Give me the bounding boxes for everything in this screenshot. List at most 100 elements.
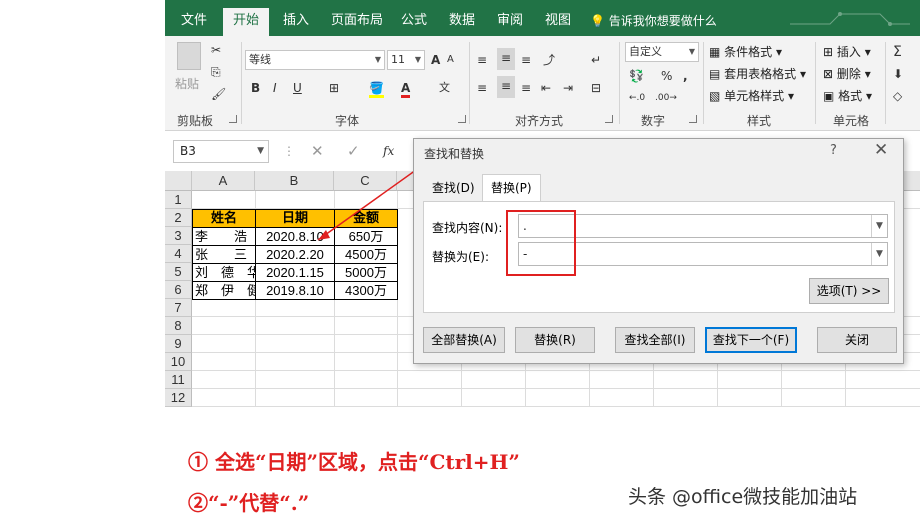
number-format-select[interactable]: 自定义 ▼: [625, 42, 699, 62]
currency-icon[interactable]: 💱: [629, 66, 644, 86]
conditional-formatting-button[interactable]: ▦ 条件格式 ▾: [709, 42, 782, 62]
format-cells-button[interactable]: ▣ 格式 ▾: [823, 86, 872, 106]
table-cell-amount[interactable]: 4300万: [334, 281, 398, 300]
cancel-icon[interactable]: ✕: [311, 141, 324, 161]
help-icon[interactable]: ?: [830, 143, 837, 158]
font-name-select[interactable]: 等线 ▼: [245, 50, 385, 70]
close-icon[interactable]: ✕: [874, 140, 888, 160]
border-icon[interactable]: ⊞: [329, 78, 339, 98]
header-cell-name[interactable]: 姓名: [192, 209, 256, 228]
replace-button[interactable]: 替换(R): [515, 327, 595, 353]
tab-formulas[interactable]: 公式: [391, 8, 437, 36]
find-all-button[interactable]: 查找全部(I): [615, 327, 695, 353]
align-right-icon[interactable]: ≡: [521, 78, 531, 98]
close-button[interactable]: 关闭: [817, 327, 897, 353]
table-cell-date[interactable]: 2020.8.10: [255, 227, 335, 246]
row-header[interactable]: 6: [165, 281, 192, 299]
row-header[interactable]: 7: [165, 299, 192, 317]
copy-icon[interactable]: ⎘: [211, 62, 221, 82]
tab-page-layout[interactable]: 页面布局: [321, 8, 393, 36]
fill-icon[interactable]: ⬇: [893, 64, 903, 84]
increase-indent-icon[interactable]: ⇥: [563, 78, 573, 98]
align-middle-icon[interactable]: ≡: [497, 48, 515, 70]
increase-decimal-icon[interactable]: ←.0: [629, 88, 645, 108]
align-top-icon[interactable]: ≡: [477, 50, 487, 70]
header-cell-date[interactable]: 日期: [255, 209, 335, 228]
table-cell-amount[interactable]: 4500万: [334, 245, 398, 264]
column-header-a[interactable]: A: [192, 171, 255, 191]
table-cell-name[interactable]: 李 浩: [192, 227, 256, 246]
shrink-font-button[interactable]: A: [447, 50, 454, 70]
insert-cells-button[interactable]: ⊞ 插入 ▾: [823, 42, 871, 62]
row-header[interactable]: 1: [165, 191, 192, 209]
table-cell-name[interactable]: 郑 伊 健: [192, 281, 256, 300]
clipboard-launcher-icon[interactable]: [229, 115, 237, 123]
decrease-decimal-icon[interactable]: .00→: [655, 88, 677, 108]
delete-cells-button[interactable]: ⊠ 删除 ▾: [823, 64, 871, 84]
row-header[interactable]: 12: [165, 389, 192, 407]
cut-icon[interactable]: ✂: [211, 40, 221, 60]
name-box[interactable]: B3 ▼: [173, 140, 269, 163]
paste-button[interactable]: 粘贴: [175, 74, 199, 94]
row-header[interactable]: 2: [165, 209, 192, 227]
format-painter-icon[interactable]: 🖌: [211, 84, 226, 104]
orientation-icon[interactable]: ⤴: [543, 50, 555, 70]
tab-home[interactable]: 开始: [223, 8, 270, 36]
cell-styles-button[interactable]: ▧ 单元格样式 ▾: [709, 86, 794, 106]
format-as-table-button[interactable]: ▤ 套用表格格式 ▾: [709, 64, 806, 84]
tab-data[interactable]: 数据: [439, 8, 485, 36]
comma-button[interactable]: ,: [683, 66, 688, 86]
font-launcher-icon[interactable]: [458, 115, 466, 123]
row-header[interactable]: 4: [165, 245, 192, 263]
clear-icon[interactable]: ◇: [893, 86, 902, 106]
merge-center-icon[interactable]: ⊟: [591, 78, 601, 98]
decrease-indent-icon[interactable]: ⇤: [541, 78, 551, 98]
table-cell-name[interactable]: 刘 德 华: [192, 263, 256, 282]
tab-file[interactable]: 文件: [171, 8, 217, 36]
alignment-launcher-icon[interactable]: [605, 115, 613, 123]
fill-color-icon[interactable]: 🪣: [369, 78, 384, 98]
table-cell-name[interactable]: 张 三: [192, 245, 256, 264]
table-cell-date[interactable]: 2020.1.15: [255, 263, 335, 282]
font-size-select[interactable]: 11 ▼: [387, 50, 425, 70]
autosum-icon[interactable]: Σ: [893, 42, 902, 62]
percent-button[interactable]: %: [661, 66, 672, 86]
grow-font-button[interactable]: A: [431, 50, 440, 70]
phonetic-button[interactable]: 文: [439, 78, 450, 98]
number-launcher-icon[interactable]: [689, 115, 697, 123]
options-button[interactable]: 选项(T) >>: [809, 278, 889, 304]
italic-button[interactable]: I: [273, 78, 277, 98]
insert-function-icon[interactable]: fx: [383, 141, 394, 161]
row-header[interactable]: 9: [165, 335, 192, 353]
tab-insert[interactable]: 插入: [273, 8, 319, 36]
row-header[interactable]: 5: [165, 263, 192, 281]
underline-button[interactable]: U: [293, 78, 302, 98]
chevron-down-icon[interactable]: ▼: [871, 215, 887, 237]
column-header-c[interactable]: C: [334, 171, 397, 191]
tab-review[interactable]: 审阅: [487, 8, 533, 36]
row-header[interactable]: 11: [165, 371, 192, 389]
select-all-corner[interactable]: [165, 171, 192, 191]
bold-button[interactable]: B: [251, 78, 260, 98]
tell-me-box[interactable]: 💡 告诉我你想要做什么: [590, 8, 717, 36]
align-left-icon[interactable]: ≡: [477, 78, 487, 98]
chevron-down-icon[interactable]: ▼: [871, 243, 887, 265]
tab-replace[interactable]: 替换(P): [482, 174, 541, 202]
row-header[interactable]: 10: [165, 353, 192, 371]
table-cell-amount[interactable]: 650万: [334, 227, 398, 246]
replace-all-button[interactable]: 全部替换(A): [423, 327, 505, 353]
align-center-icon[interactable]: ≡: [497, 76, 515, 98]
wrap-text-icon[interactable]: ↵: [591, 50, 601, 70]
column-header-b[interactable]: B: [255, 171, 334, 191]
tab-find[interactable]: 查找(D): [424, 177, 483, 201]
tab-view[interactable]: 视图: [535, 8, 581, 36]
table-cell-date[interactable]: 2020.2.20: [255, 245, 335, 264]
font-color-icon[interactable]: A: [401, 78, 411, 98]
table-cell-date[interactable]: 2019.8.10: [255, 281, 335, 300]
row-header[interactable]: 8: [165, 317, 192, 335]
align-bottom-icon[interactable]: ≡: [521, 50, 531, 70]
confirm-icon[interactable]: ✓: [347, 141, 360, 161]
find-next-button[interactable]: 查找下一个(F): [705, 327, 797, 353]
row-header[interactable]: 3: [165, 227, 192, 245]
table-cell-amount[interactable]: 5000万: [334, 263, 398, 282]
